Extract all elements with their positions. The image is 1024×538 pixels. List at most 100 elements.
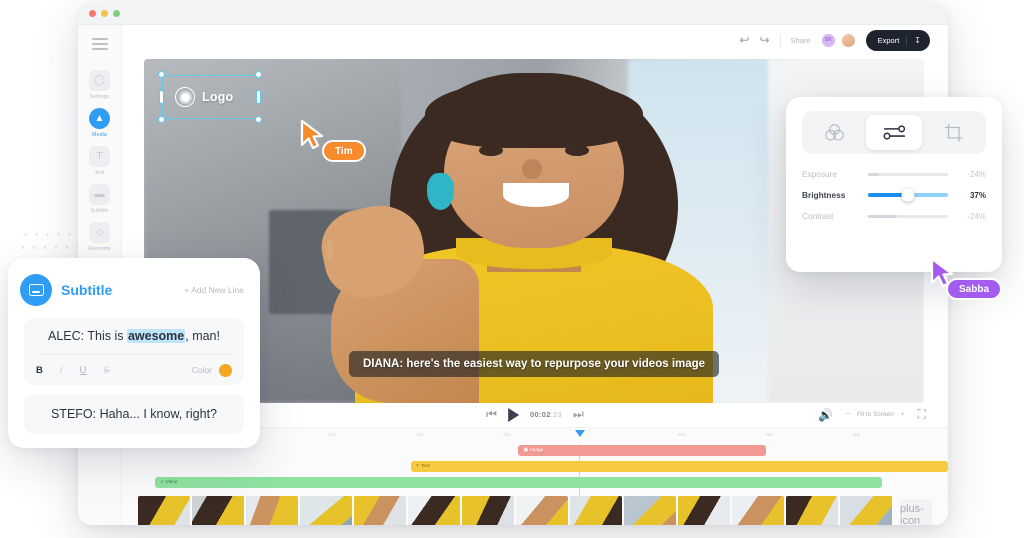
zoom-in-button[interactable]: +: [901, 411, 905, 418]
subtitle-highlighted-word[interactable]: awesome: [126, 329, 186, 343]
filters-tab[interactable]: [806, 115, 863, 150]
slider-contrast[interactable]: Contrast -24%: [802, 211, 986, 221]
slider-exposure[interactable]: Exposure -24%: [802, 169, 986, 179]
text-format-toolbar: B I U S Color: [36, 354, 232, 385]
adjust-panel: Exposure -24% Brightness 37% Contrast -2…: [786, 97, 1002, 272]
skip-previous-icon[interactable]: ⏮: [486, 407, 497, 422]
subtitle-line-2: STEFO: Haha... I know, right?: [50, 407, 218, 421]
slider-label: Contrast: [802, 211, 834, 221]
download-icon[interactable]: ↧: [914, 36, 921, 45]
text-icon: T: [416, 463, 420, 469]
ruler-tick: 30s: [677, 431, 686, 437]
playhead[interactable]: [574, 429, 585, 525]
resize-handle-top-right[interactable]: [255, 71, 262, 79]
sidebar-item-subtitle[interactable]: ▬ Subtitle: [80, 179, 120, 216]
export-button[interactable]: Export ↧: [865, 29, 930, 51]
subtitle-line-card-1[interactable]: ALEC: This is awesome, man! B I U S Colo…: [24, 318, 244, 385]
slider-track[interactable]: [868, 214, 948, 218]
color-picker[interactable]: Color: [192, 363, 232, 377]
window-maximize-button[interactable]: [113, 10, 120, 17]
redo-icon[interactable]: ↪: [760, 33, 770, 47]
timeline-track-text[interactable]: T Text: [411, 460, 948, 472]
fullscreen-icon[interactable]: ⛶: [918, 407, 926, 422]
add-clip-button[interactable]: plus-icon: [900, 498, 932, 525]
window-close-button[interactable]: [89, 10, 96, 17]
export-divider: [906, 34, 908, 46]
resize-handle-right[interactable]: [256, 90, 261, 105]
crop-tab[interactable]: [925, 115, 982, 150]
slider-brightness[interactable]: Brightness 37%: [802, 188, 986, 202]
cursor-label: Sabba: [946, 278, 1003, 300]
subtitle-panel: Subtitle + Add New Line ALEC: This is aw…: [8, 258, 260, 448]
elements-icon: ◇: [89, 222, 110, 243]
timeline-track-image[interactable]: ▣ Image: [518, 444, 767, 456]
clip-thumbnail[interactable]: [678, 495, 730, 525]
slider-label: Brightness: [802, 190, 846, 200]
image-icon: ▣: [523, 447, 529, 453]
clip-thumbnail[interactable]: [246, 495, 298, 525]
slider-knob[interactable]: [901, 188, 915, 202]
clip-thumbnail[interactable]: [354, 495, 406, 525]
clip-thumbnail[interactable]: [624, 495, 676, 525]
volume-icon[interactable]: 🔊: [818, 408, 833, 422]
sidebar-item-media[interactable]: ▲ Media: [80, 103, 120, 140]
timeline-track-voice[interactable]: ♫ Voice: [155, 476, 882, 488]
clip-thumbnail[interactable]: [732, 495, 784, 525]
strikethrough-button[interactable]: S: [103, 365, 109, 376]
timecode: 00:02:23: [530, 410, 562, 419]
clip-thumbnail[interactable]: [300, 495, 352, 525]
avatar[interactable]: [840, 32, 856, 48]
clip-thumbnail[interactable]: [570, 495, 622, 525]
slider-label: Exposure: [802, 169, 838, 179]
italic-button[interactable]: I: [60, 365, 63, 376]
clip-thumbnail[interactable]: [840, 495, 892, 525]
avatar[interactable]: SK: [820, 32, 836, 48]
sidebar-item-settings[interactable]: ◯ Settings: [80, 65, 120, 102]
subtitle-speaker: DIANA:: [362, 358, 404, 371]
sidebar-item-elements[interactable]: ◇ Elements: [80, 217, 120, 254]
color-swatch[interactable]: [219, 363, 232, 377]
resize-handle-left[interactable]: [159, 90, 164, 105]
resize-handle-bottom-right[interactable]: [255, 116, 262, 124]
bold-button[interactable]: B: [36, 365, 43, 376]
subtitle-line-suffix: , man!: [185, 329, 220, 343]
slider-value: -24%: [967, 169, 986, 179]
resize-handle-bottom-left[interactable]: [158, 116, 165, 124]
adjust-tab[interactable]: [865, 115, 923, 150]
resize-handle-top-left[interactable]: [158, 71, 165, 79]
slider-track[interactable]: [868, 172, 948, 176]
share-button[interactable]: Share: [791, 36, 811, 45]
logo-element[interactable]: Logo: [158, 71, 262, 124]
add-new-line-button[interactable]: + Add New Line: [184, 285, 244, 295]
clip-thumbnail[interactable]: [786, 495, 838, 525]
track-label: Text: [421, 463, 430, 469]
zoom-out-button[interactable]: −: [846, 411, 850, 418]
play-button[interactable]: [507, 407, 519, 422]
filmstrip[interactable]: plus-icon: [138, 495, 932, 525]
ruler-tick: 15s: [415, 431, 424, 437]
color-wheel-icon: [825, 124, 844, 141]
clip-thumbnail[interactable]: [192, 495, 244, 525]
sidebar-item-label: Settings: [89, 94, 110, 100]
adjust-sliders: Exposure -24% Brightness 37% Contrast -2…: [802, 169, 986, 221]
undo-icon[interactable]: ↩: [739, 33, 749, 47]
subtitle-icon: [20, 274, 52, 306]
skip-next-icon[interactable]: ⏭: [573, 407, 584, 422]
sliders-icon: [882, 125, 905, 140]
topbar: ↩ ↪ Share SK Export ↧: [122, 25, 948, 55]
sidebar-item-text[interactable]: T Text: [80, 141, 120, 178]
clip-thumbnail[interactable]: [516, 495, 568, 525]
clip-thumbnail[interactable]: [138, 495, 190, 525]
subtitle-line-card-2[interactable]: STEFO: Haha... I know, right?: [24, 394, 244, 434]
clip-thumbnail[interactable]: [462, 495, 514, 525]
track-label: Image: [530, 447, 544, 453]
hamburger-icon[interactable]: [91, 38, 108, 50]
subtitle-line-1[interactable]: ALEC: This is awesome, man!: [36, 329, 232, 354]
ruler-tick: 40s: [852, 431, 861, 437]
underline-button[interactable]: U: [80, 365, 87, 376]
clip-thumbnail[interactable]: [408, 495, 460, 525]
crop-icon: [944, 123, 963, 142]
zoom-level-label[interactable]: Fit to Screen: [857, 411, 894, 418]
window-minimize-button[interactable]: [101, 10, 108, 17]
slider-track[interactable]: [868, 188, 948, 202]
